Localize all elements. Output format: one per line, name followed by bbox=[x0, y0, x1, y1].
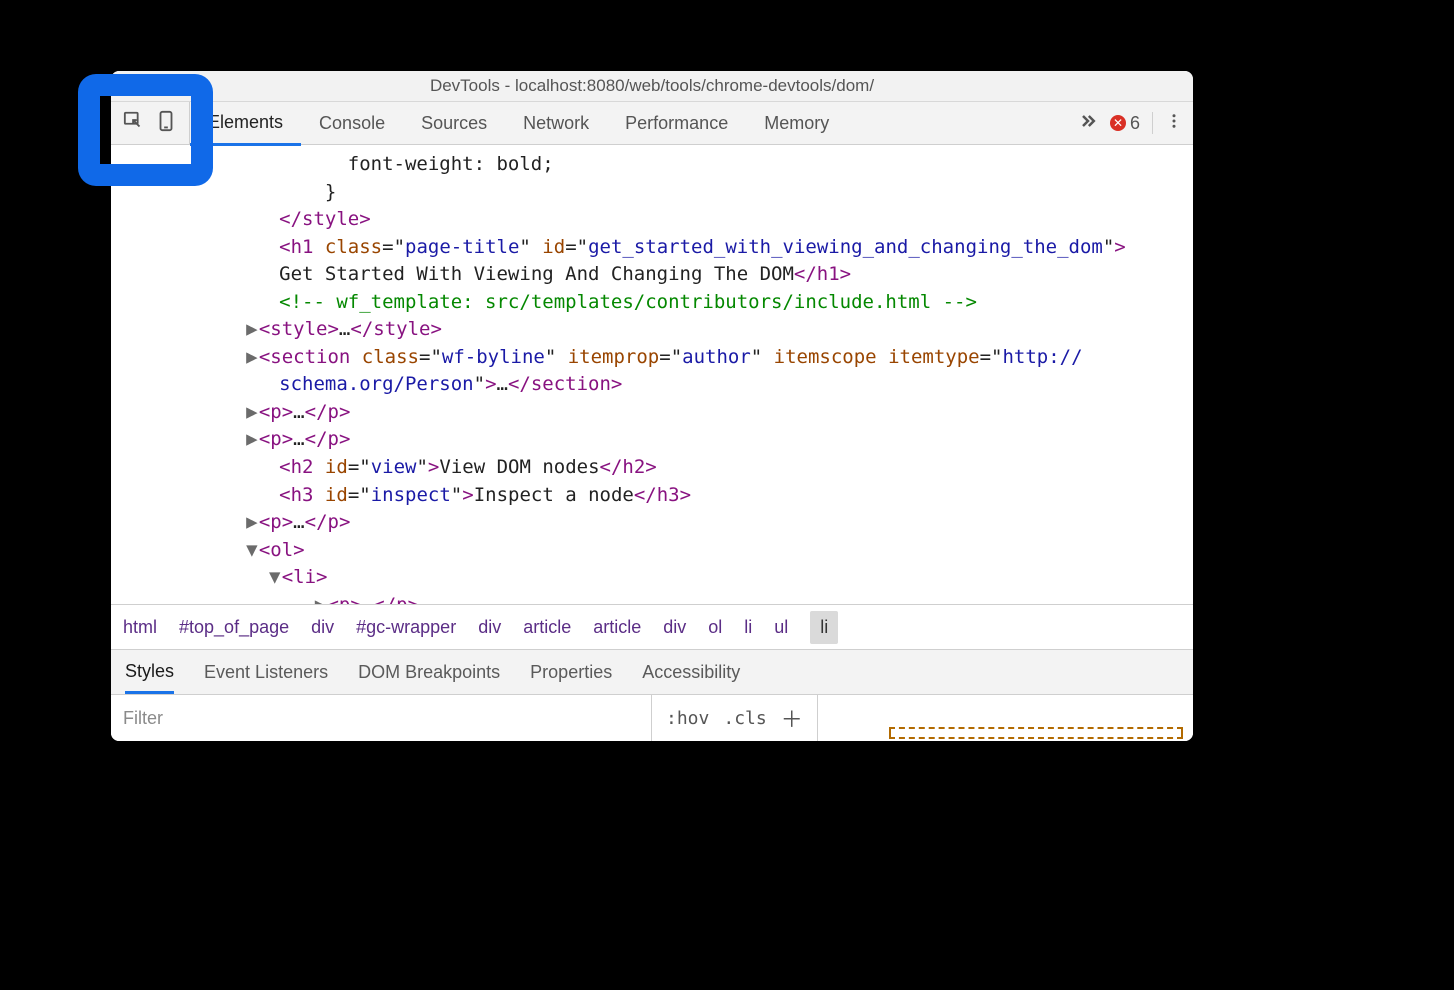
new-style-rule-icon[interactable]: ＋ bbox=[781, 702, 803, 734]
sidebar-tab-properties[interactable]: Properties bbox=[530, 662, 612, 683]
elements-sidebar-tabs: Styles Event Listeners DOM Breakpoints Prop… bbox=[111, 649, 1193, 694]
window-titlebar: DevTools - localhost:8080/web/tools/chro… bbox=[111, 71, 1193, 102]
dom-tree-row[interactable]: ▶<p>…</p> bbox=[119, 399, 1185, 427]
breadcrumb-item[interactable]: ul bbox=[774, 617, 788, 638]
panel-tab-performance[interactable]: Performance bbox=[607, 102, 746, 144]
error-icon: ✕ bbox=[1110, 115, 1126, 131]
devtools-panel-tabs: ElementsConsoleSourcesNetworkPerformance… bbox=[190, 102, 847, 144]
panel-tab-sources[interactable]: Sources bbox=[403, 102, 505, 144]
device-toolbar-icon[interactable] bbox=[155, 110, 177, 137]
breadcrumb-item[interactable]: #gc-wrapper bbox=[356, 617, 456, 638]
inspect-element-icon[interactable] bbox=[123, 110, 145, 137]
breadcrumb-item[interactable]: html bbox=[123, 617, 157, 638]
dom-tree-row[interactable]: schema.org/Person">…</section> bbox=[119, 371, 1185, 399]
cls-toggle[interactable]: .cls bbox=[723, 708, 766, 729]
dom-tree-row[interactable]: ▶<section class="wf-byline" itemprop="au… bbox=[119, 344, 1185, 372]
breadcrumb-item[interactable]: article bbox=[593, 617, 641, 638]
dom-tree-row[interactable]: <h1 class="page-title" id="get_started_w… bbox=[119, 234, 1185, 262]
dom-tree-row[interactable]: ▶<style>…</style> bbox=[119, 316, 1185, 344]
devtools-menu-icon[interactable] bbox=[1165, 112, 1183, 135]
breadcrumb-item[interactable]: div bbox=[663, 617, 686, 638]
window-maximize-button[interactable] bbox=[163, 78, 176, 91]
sidebar-tab-accessibility[interactable]: Accessibility bbox=[642, 662, 740, 683]
window-title: DevTools - localhost:8080/web/tools/chro… bbox=[430, 76, 874, 96]
box-model-pane bbox=[818, 695, 1193, 741]
more-panels-icon[interactable] bbox=[1078, 111, 1098, 136]
separator bbox=[1152, 112, 1153, 134]
dom-tree-row[interactable]: <h2 id="view">View DOM nodes</h2> bbox=[119, 454, 1185, 482]
panel-tab-memory[interactable]: Memory bbox=[746, 102, 847, 144]
hov-toggle[interactable]: :hov bbox=[666, 708, 709, 729]
dom-tree-row[interactable]: Get Started With Viewing And Changing Th… bbox=[119, 261, 1185, 289]
window-minimize-button[interactable] bbox=[142, 78, 155, 91]
dom-tree-row[interactable]: ▶<p>…</p> bbox=[119, 509, 1185, 537]
panel-tab-elements[interactable]: Elements bbox=[190, 101, 301, 146]
breadcrumb-item[interactable]: div bbox=[311, 617, 334, 638]
dom-tree-row[interactable]: } bbox=[119, 179, 1185, 207]
error-count: 6 bbox=[1130, 113, 1140, 134]
dom-tree-row[interactable]: <h3 id="inspect">Inspect a node</h3> bbox=[119, 482, 1185, 510]
elements-dom-tree[interactable]: font-weight: bold; } </style> <h1 class=… bbox=[111, 145, 1193, 604]
dom-tree-row[interactable]: ▼<ol> bbox=[119, 537, 1185, 565]
dom-tree-row[interactable]: </style> bbox=[119, 206, 1185, 234]
styles-filter bbox=[111, 695, 652, 741]
elements-breadcrumb: html #top_of_page div #gc-wrapper div article… bbox=[111, 604, 1193, 649]
styles-filter-input[interactable] bbox=[121, 707, 641, 730]
breadcrumb-item[interactable]: li bbox=[810, 611, 838, 644]
sidebar-tab-styles[interactable]: Styles bbox=[125, 661, 174, 694]
dom-tree-row[interactable]: ▶<p>…</p> bbox=[119, 426, 1185, 454]
window-close-button[interactable] bbox=[121, 78, 134, 91]
dom-tree-row[interactable]: ▶<p>…</p> bbox=[119, 592, 1185, 604]
dom-tree-row[interactable]: <!-- wf_template: src/templates/contribu… bbox=[119, 289, 1185, 317]
sidebar-tab-event listeners[interactable]: Event Listeners bbox=[204, 662, 328, 683]
breadcrumb-item[interactable]: ol bbox=[708, 617, 722, 638]
error-count-badge[interactable]: ✕ 6 bbox=[1110, 113, 1140, 134]
sidebar-tab-dom breakpoints[interactable]: DOM Breakpoints bbox=[358, 662, 500, 683]
devtools-window: DevTools - localhost:8080/web/tools/chro… bbox=[111, 71, 1193, 741]
dom-tree-row[interactable]: ▼<li> bbox=[119, 564, 1185, 592]
panel-tab-network[interactable]: Network bbox=[505, 102, 607, 144]
styles-toolbar: :hov .cls ＋ bbox=[111, 694, 1193, 741]
window-traffic-lights bbox=[121, 78, 176, 91]
breadcrumb-item[interactable]: article bbox=[523, 617, 571, 638]
box-model-margin-box bbox=[889, 727, 1183, 739]
devtools-toolbar: ElementsConsoleSourcesNetworkPerformance… bbox=[111, 102, 1193, 145]
panel-tab-console[interactable]: Console bbox=[301, 102, 403, 144]
breadcrumb-item[interactable]: #top_of_page bbox=[179, 617, 289, 638]
dom-tree-row[interactable]: font-weight: bold; bbox=[119, 151, 1185, 179]
breadcrumb-item[interactable]: li bbox=[744, 617, 752, 638]
breadcrumb-item[interactable]: div bbox=[478, 617, 501, 638]
